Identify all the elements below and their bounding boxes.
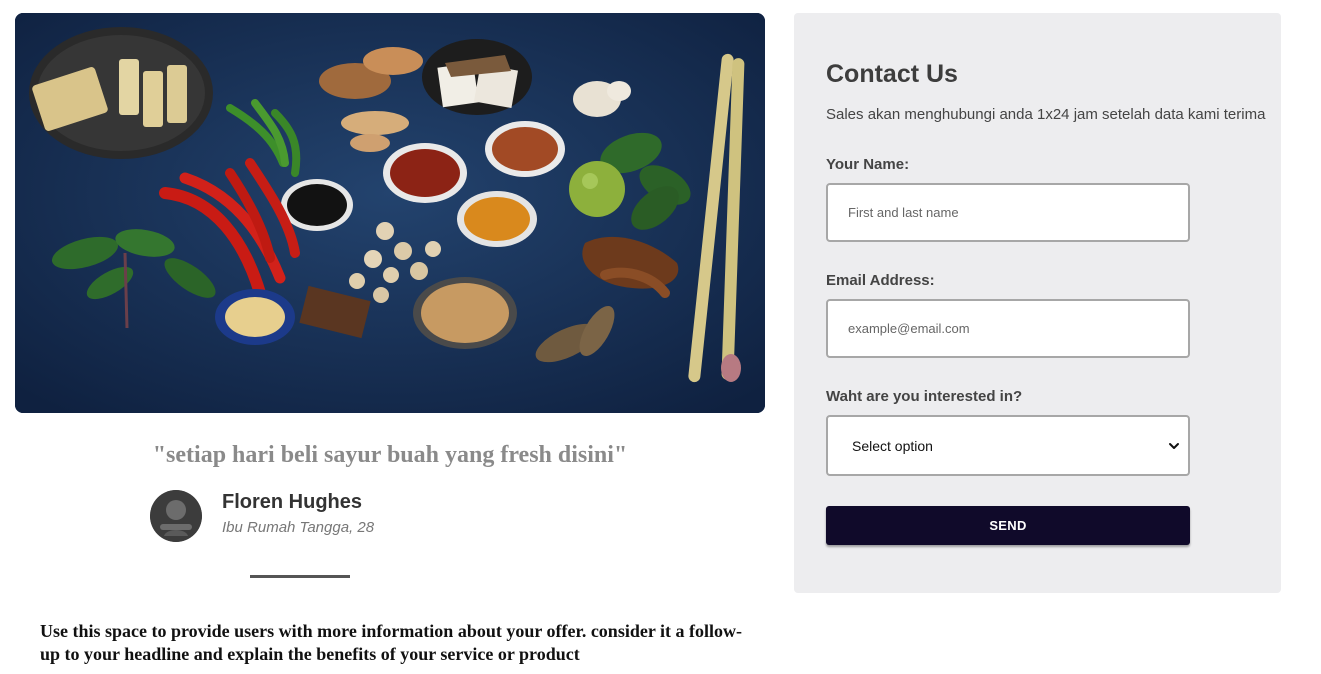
contact-panel: Contact Us Sales akan menghubungi anda 1… (794, 13, 1281, 593)
interest-select[interactable]: Select option (826, 415, 1190, 476)
user-avatar-icon (150, 490, 202, 542)
email-label: Email Address: (826, 272, 935, 289)
name-input[interactable] (826, 183, 1190, 242)
testimonial-quote: "setiap hari beli sayur buah yang fresh … (152, 442, 628, 468)
chevron-down-icon (1168, 440, 1180, 452)
send-button[interactable]: SEND (826, 506, 1190, 545)
interest-label: Waht are you interested in? (826, 388, 1023, 405)
contact-title: Contact Us (826, 60, 958, 88)
contact-subtitle: Sales akan menghubungi anda 1x24 jam set… (826, 106, 1266, 123)
author-name: Floren Hughes (222, 491, 363, 513)
section-divider (250, 575, 350, 578)
hero-image (15, 13, 765, 413)
author-role: Ibu Rumah Tangga, 28 (222, 519, 375, 536)
spices-illustration (15, 13, 765, 413)
interest-select-value: Select option (852, 437, 933, 454)
offer-description: Use this space to provide users with mor… (40, 621, 742, 664)
name-label: Your Name: (826, 156, 910, 173)
email-input[interactable] (826, 299, 1190, 358)
